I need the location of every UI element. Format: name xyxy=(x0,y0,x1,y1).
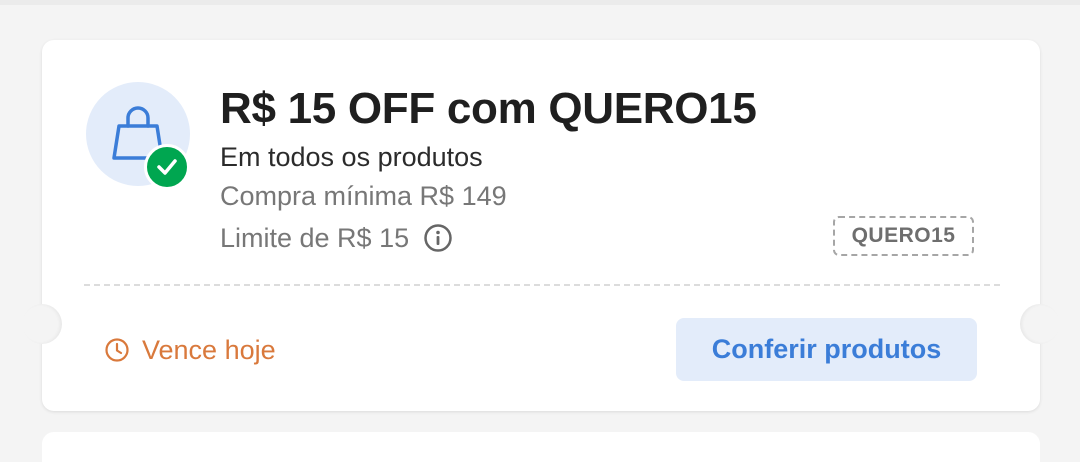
discount-limit-row: Limite de R$ 15 xyxy=(220,220,453,256)
view-products-button[interactable]: Conferir produtos xyxy=(676,318,977,381)
coupon-subtitle: Em todos os produtos xyxy=(220,142,483,172)
dashed-divider xyxy=(84,284,1000,286)
info-icon[interactable] xyxy=(423,223,453,253)
check-icon xyxy=(157,159,177,175)
check-badge xyxy=(144,144,190,190)
next-coupon-card xyxy=(42,432,1040,462)
top-strip xyxy=(0,0,1080,5)
ticket-notch-left xyxy=(22,304,62,344)
discount-limit: Limite de R$ 15 xyxy=(220,222,410,253)
ticket-notch-right xyxy=(1020,304,1060,344)
coupon-title: R$ 15 OFF com QUERO15 xyxy=(220,84,757,133)
expiry-text: Vence hoje xyxy=(142,334,276,365)
minimum-purchase: Compra mínima R$ 149 xyxy=(220,181,507,211)
clock-icon xyxy=(105,338,129,362)
coupon-code-tag: QUERO15 xyxy=(833,216,974,256)
coupon-card: R$ 15 OFF com QUERO15 Em todos os produt… xyxy=(22,40,1060,411)
expiry-notice: Vence hoje xyxy=(104,332,276,368)
